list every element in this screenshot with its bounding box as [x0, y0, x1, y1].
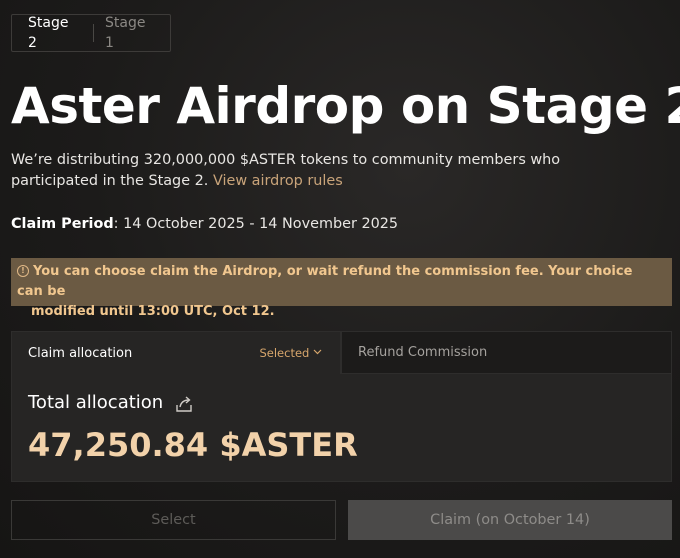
notice-banner: ! You can choose claim the Airdrop, or wa… [11, 258, 672, 319]
claim-period: Claim Period: 14 October 2025 - 14 Novem… [11, 216, 399, 232]
page-title: Aster Airdrop on Stage 2 [11, 77, 680, 135]
tab-stage-1[interactable]: Stage 1 [94, 13, 170, 53]
claim-period-label: Claim Period [11, 216, 114, 232]
total-allocation-label: Total allocation [28, 392, 164, 413]
select-button[interactable]: Select [11, 500, 336, 540]
notice-line-1: ! You can choose claim the Airdrop, or wa… [17, 262, 662, 302]
share-icon[interactable] [174, 394, 194, 414]
allocation-panel: Total allocation 47,250.84 $ASTER [11, 374, 672, 482]
selected-dropdown[interactable]: Selected [259, 346, 322, 360]
notice-text-2: modified until 13:00 UTC, Oct 12. [31, 304, 275, 319]
tab-stage-2[interactable]: Stage 2 [12, 13, 93, 53]
allocation-tabs: Claim allocation Selected Refund Commiss… [11, 331, 672, 374]
selected-label: Selected [259, 346, 310, 360]
claim-button[interactable]: Claim (on October 14) [348, 500, 672, 540]
chevron-down-icon [313, 349, 322, 355]
info-circle-icon: ! [17, 265, 29, 277]
tab-claim-allocation[interactable]: Claim allocation Selected [11, 331, 341, 374]
description: We’re distributing 320,000,000 $ASTER to… [11, 150, 611, 192]
allocation-amount: 47,250.84 $ASTER [28, 426, 358, 464]
claim-period-value: 14 October 2025 - 14 November 2025 [123, 216, 399, 232]
airdrop-page: Stage 2 Stage 1 Aster Airdrop on Stage 2… [0, 0, 680, 558]
view-airdrop-rules-link[interactable]: View airdrop rules [213, 173, 343, 189]
tab-claim-allocation-label: Claim allocation [28, 345, 133, 361]
stage-switch: Stage 2 Stage 1 [11, 14, 171, 52]
notice-text-1: You can choose claim the Airdrop, or wai… [17, 264, 633, 299]
tab-refund-commission[interactable]: Refund Commission [341, 331, 672, 374]
